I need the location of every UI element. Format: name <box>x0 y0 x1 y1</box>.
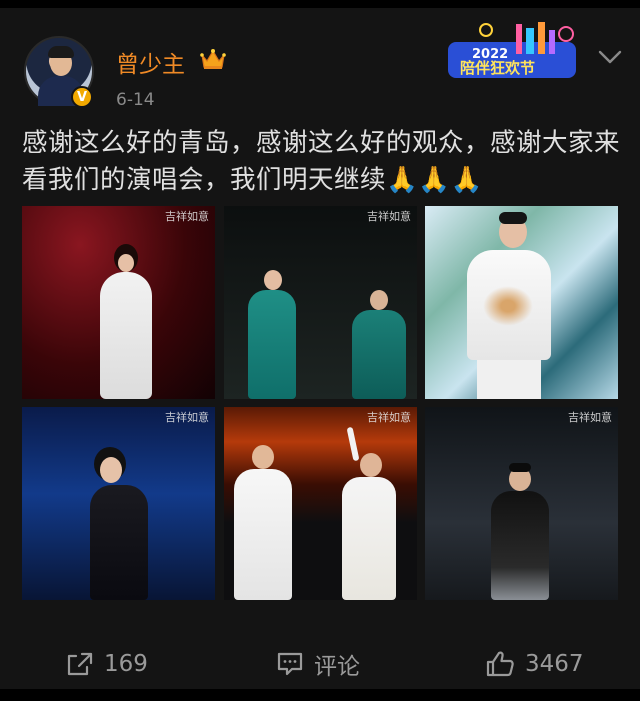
share-button[interactable]: 169 <box>66 644 148 684</box>
comment-label: 评论 <box>314 654 360 680</box>
comment-button[interactable]: 评论 <box>276 644 360 684</box>
post-date: 6-14 <box>116 90 155 110</box>
like-button[interactable]: 3467 <box>485 644 584 684</box>
post-photo-5[interactable]: 吉祥如意 <box>224 407 417 600</box>
chevron-down-icon[interactable] <box>597 48 623 66</box>
share-count: 169 <box>104 651 148 677</box>
comment-icon <box>277 652 303 676</box>
like-count: 3467 <box>525 651 584 677</box>
post-photo-1[interactable]: 吉祥如意 <box>22 206 215 399</box>
verified-badge: V <box>71 86 93 108</box>
event-badge[interactable]: 2022 陪伴狂欢节 <box>446 20 582 82</box>
username[interactable]: 曾少主 <box>116 45 185 79</box>
post-photo-2[interactable]: 吉祥如意 <box>224 206 417 399</box>
photo-watermark: 吉祥如意 <box>165 210 209 223</box>
weibo-post-card: V 曾少主 6-14 2022 陪伴狂欢节 感谢这么好的青岛，感谢这么好的观众，… <box>0 8 640 689</box>
post-photo-4[interactable]: 吉祥如意 <box>22 407 215 600</box>
post-photo-6[interactable]: 吉祥如意 <box>425 407 618 600</box>
post-text: 感谢这么好的青岛，感谢这么好的观众，感谢大家来看我们的演唱会，我们明天继续🙏🙏🙏 <box>22 128 621 195</box>
event-badge-title: 陪伴狂欢节 <box>460 59 535 77</box>
crown-icon <box>200 49 226 69</box>
post-photo-3[interactable] <box>425 206 618 399</box>
share-icon <box>67 652 93 676</box>
like-icon <box>486 651 514 677</box>
